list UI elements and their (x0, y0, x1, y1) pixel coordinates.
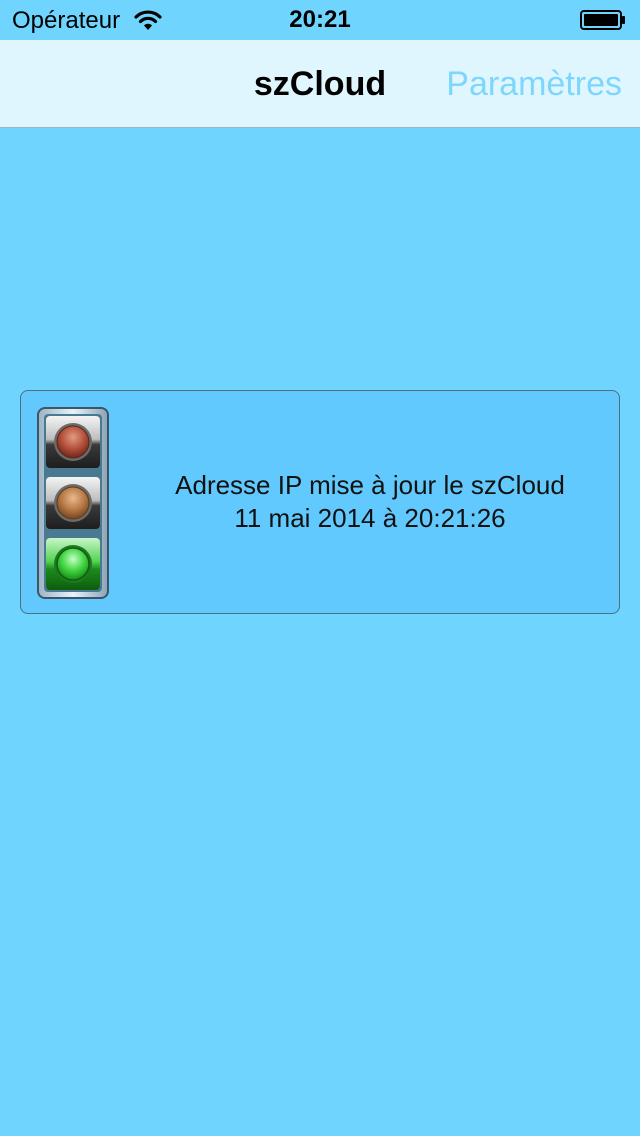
status-bar: Opérateur 20:21 (0, 0, 640, 40)
status-line-2: 11 mai 2014 à 20:21:26 (234, 503, 506, 533)
ip-status-panel: Adresse IP mise à jour le szCloud 11 mai… (20, 390, 620, 614)
clock: 20:21 (289, 6, 351, 33)
status-message: Adresse IP mise à jour le szCloud 11 mai… (121, 469, 619, 535)
settings-button[interactable]: Paramètres (446, 40, 622, 128)
battery-icon (580, 10, 625, 30)
traffic-light-icon (37, 407, 109, 599)
navigation-bar: szCloud Paramètres (0, 40, 640, 128)
status-line-1: Adresse IP mise à jour le szCloud (175, 470, 565, 500)
